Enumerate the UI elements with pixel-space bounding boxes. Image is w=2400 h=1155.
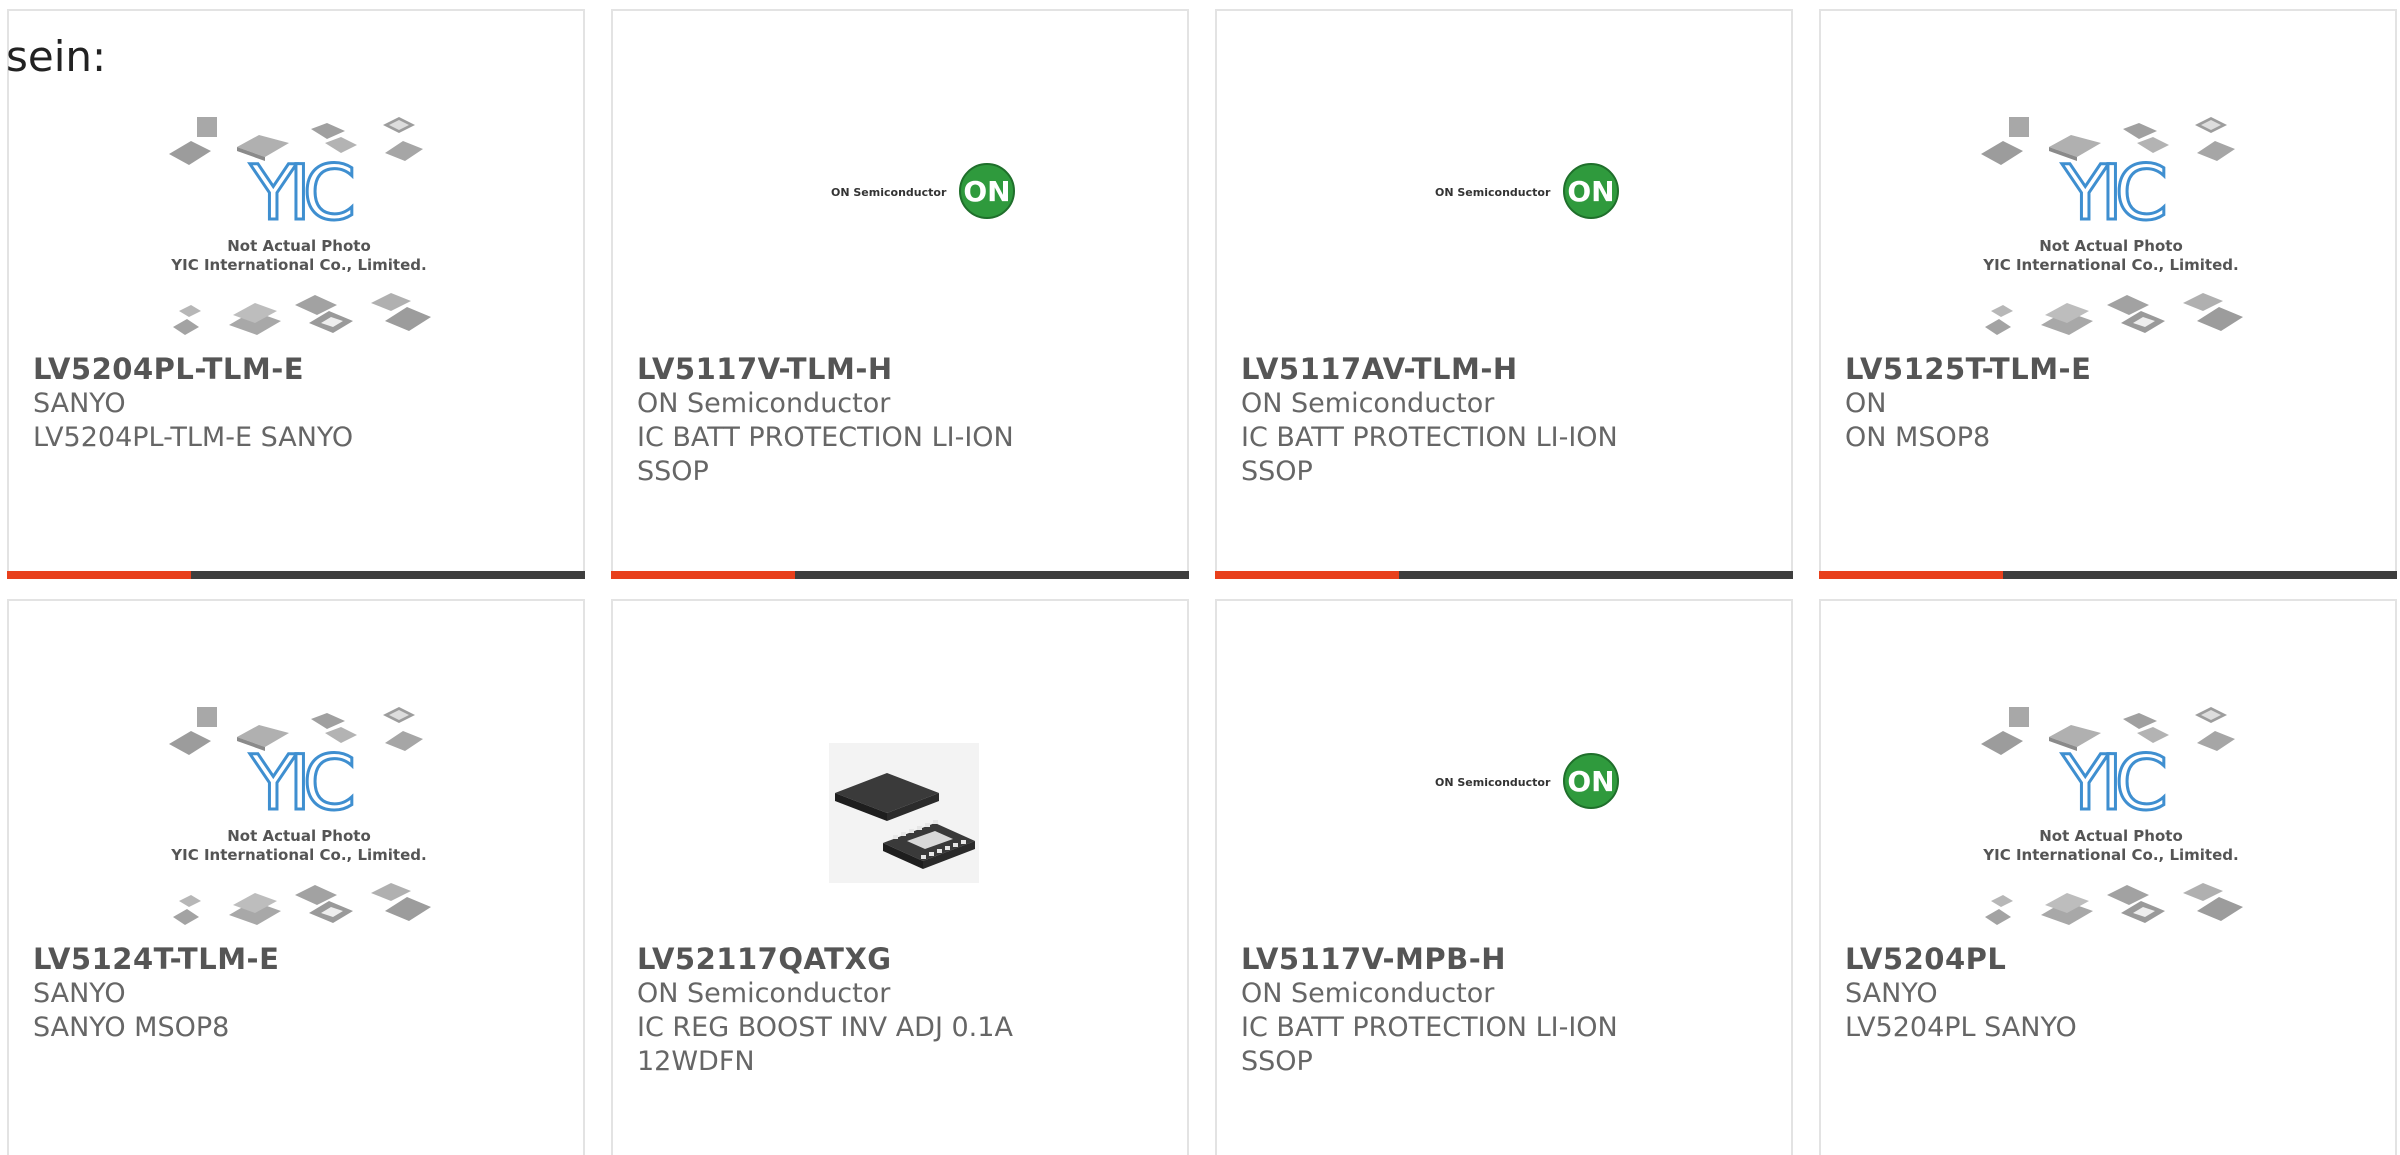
card-accent-bar bbox=[1215, 571, 1793, 579]
manufacturer: ON Semiconductor bbox=[637, 388, 891, 419]
part-number-link[interactable]: LV5117V-TLM-H bbox=[637, 352, 1167, 387]
on-semiconductor-logo-icon: ON Semiconductor ON bbox=[763, 99, 1043, 349]
description: SANYO MSOP8 bbox=[33, 1012, 230, 1043]
svg-text:ON Semiconductor: ON Semiconductor bbox=[831, 186, 947, 199]
svg-text:Not Actual Photo: Not Actual Photo bbox=[2039, 237, 2183, 255]
product-image-placeholder: YIC Not Actual Photo YIC International C… bbox=[1971, 689, 2251, 939]
product-card[interactable]: YIC Not Actual Photo YIC International C… bbox=[1819, 9, 2397, 579]
card-accent-bar bbox=[7, 571, 585, 579]
description: LV5204PL-TLM-E SANYO bbox=[33, 422, 354, 453]
manufacturer: SANYO bbox=[33, 388, 126, 419]
product-card[interactable]: ON Semiconductor ON LV5117AV-TLM-H ON Se… bbox=[1215, 9, 1793, 579]
svg-text:ON: ON bbox=[1567, 765, 1614, 798]
product-card[interactable]: YIC Not Actual Photo YIC International C… bbox=[1819, 599, 2397, 1155]
svg-text:ON Semiconductor: ON Semiconductor bbox=[1435, 186, 1551, 199]
manufacturer: ON Semiconductor bbox=[1241, 978, 1495, 1009]
product-card[interactable]: YIC Not Actual Photo YIC International C… bbox=[7, 599, 585, 1155]
yic-logo-icon: YIC bbox=[249, 148, 352, 237]
description: IC BATT PROTECTION LI-ION SSOP bbox=[637, 422, 1014, 487]
on-semiconductor-logo-icon: ON Semiconductor ON bbox=[1367, 99, 1647, 349]
part-number-link[interactable]: LV52117QATXG bbox=[637, 942, 1167, 977]
svg-text:YIC International Co., Limited: YIC International Co., Limited. bbox=[1982, 846, 2238, 864]
product-card[interactable]: LV52117QATXG ON Semiconductor IC REG BOO… bbox=[611, 599, 1189, 1155]
svg-text:Not Actual Photo: Not Actual Photo bbox=[227, 827, 371, 845]
manufacturer: SANYO bbox=[33, 978, 126, 1009]
product-card[interactable]: ON Semiconductor ON LV5117V-MPB-H ON Sem… bbox=[1215, 599, 1793, 1155]
description: IC BATT PROTECTION LI-ION SSOP bbox=[1241, 422, 1618, 487]
yic-logo-icon: YIC bbox=[249, 738, 352, 827]
manufacturer: SANYO bbox=[1845, 978, 1938, 1009]
part-number-link[interactable]: LV5125T-TLM-E bbox=[1845, 352, 2375, 387]
part-number-link[interactable]: LV5204PL bbox=[1845, 942, 2375, 977]
product-image-placeholder: YIC Not Actual Photo YIC International C… bbox=[159, 99, 439, 349]
svg-text:ON: ON bbox=[1567, 175, 1614, 208]
svg-text:ON Semiconductor: ON Semiconductor bbox=[1435, 776, 1551, 789]
svg-text:ON: ON bbox=[963, 175, 1010, 208]
description: LV5204PL SANYO bbox=[1845, 1012, 2077, 1043]
intro-text: sein: bbox=[6, 32, 107, 81]
part-number-link[interactable]: LV5117AV-TLM-H bbox=[1241, 352, 1771, 387]
description: ON MSOP8 bbox=[1845, 422, 1991, 453]
product-image-placeholder: YIC Not Actual Photo YIC International C… bbox=[1971, 99, 2251, 349]
manufacturer: ON Semiconductor bbox=[637, 978, 891, 1009]
description: IC REG BOOST INV ADJ 0.1A 12WDFN bbox=[637, 1012, 1013, 1077]
svg-text:Not Actual Photo: Not Actual Photo bbox=[227, 237, 371, 255]
description: IC BATT PROTECTION LI-ION SSOP bbox=[1241, 1012, 1618, 1077]
card-accent-bar bbox=[611, 571, 1189, 579]
yic-logo-icon: YIC bbox=[2061, 738, 2164, 827]
manufacturer: ON bbox=[1845, 388, 1887, 419]
product-image-placeholder: YIC Not Actual Photo YIC International C… bbox=[159, 689, 439, 939]
svg-text:YIC International Co., Limited: YIC International Co., Limited. bbox=[170, 846, 426, 864]
manufacturer: ON Semiconductor bbox=[1241, 388, 1495, 419]
product-card[interactable]: YIC Not Actual Photo YIC International C… bbox=[7, 9, 585, 579]
card-accent-bar bbox=[1819, 571, 2397, 579]
on-semiconductor-logo-icon: ON Semiconductor ON bbox=[1367, 689, 1647, 939]
product-card[interactable]: ON Semiconductor ON LV5117V-TLM-H ON Sem… bbox=[611, 9, 1189, 579]
part-number-link[interactable]: LV5204PL-TLM-E bbox=[33, 352, 563, 387]
svg-text:YIC International Co., Limited: YIC International Co., Limited. bbox=[1982, 256, 2238, 274]
wdfn-chip-photo-icon bbox=[763, 689, 1043, 939]
part-number-link[interactable]: LV5124T-TLM-E bbox=[33, 942, 563, 977]
yic-logo-icon: YIC bbox=[2061, 148, 2164, 237]
svg-text:Not Actual Photo: Not Actual Photo bbox=[2039, 827, 2183, 845]
part-number-link[interactable]: LV5117V-MPB-H bbox=[1241, 942, 1771, 977]
svg-text:YIC International Co., Limited: YIC International Co., Limited. bbox=[170, 256, 426, 274]
